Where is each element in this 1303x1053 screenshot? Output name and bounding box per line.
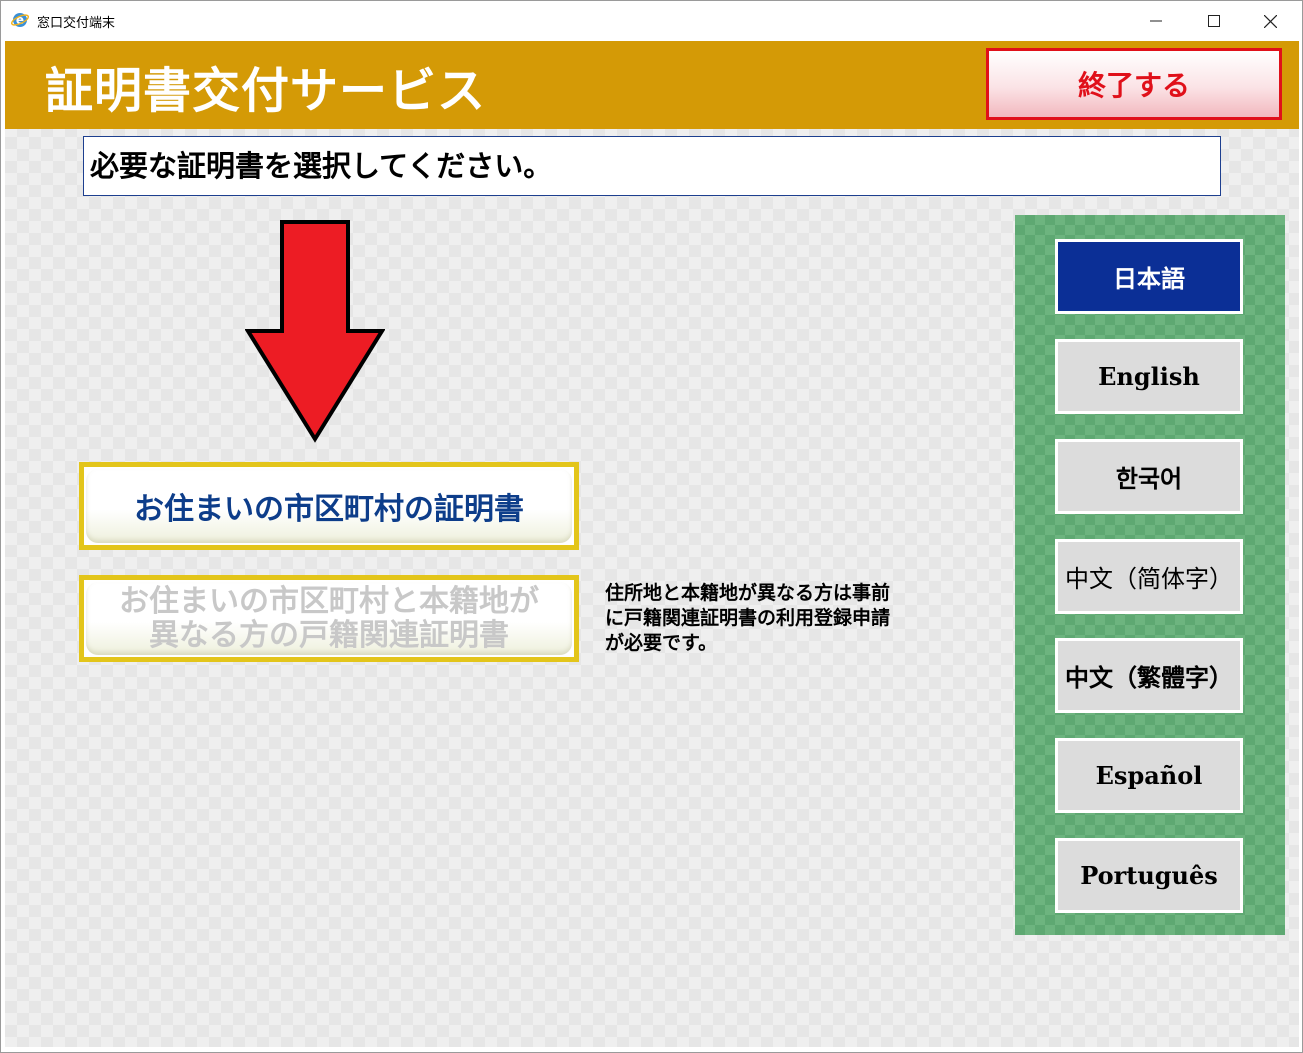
app-window: e 窓口交付端末 証明書交付サービス 終了する 必要な証明書を選択してください。…: [0, 0, 1303, 1053]
close-window-button[interactable]: [1242, 1, 1299, 41]
maximize-button[interactable]: [1185, 1, 1242, 41]
window-title: 窓口交付端末: [37, 16, 116, 31]
resident-certificate-button[interactable]: お住まいの市区町村の証明書: [79, 462, 579, 550]
end-button[interactable]: 終了する: [986, 48, 1282, 120]
title-bar[interactable]: e 窓口交付端末: [1, 1, 1302, 41]
kiosk-content: 証明書交付サービス 終了する 必要な証明書を選択してください。 お住まいの市区町…: [5, 41, 1299, 1047]
minimize-button[interactable]: [1127, 1, 1184, 41]
header-bar: 証明書交付サービス 終了する: [5, 41, 1299, 129]
resident-certificate-label: お住まいの市区町村の証明書: [134, 492, 524, 527]
page-title: 証明書交付サービス: [45, 63, 487, 119]
instruction-box: 必要な証明書を選択してください。: [83, 136, 1221, 196]
internet-explorer-icon: e: [11, 13, 29, 27]
language-korean-button[interactable]: 한국어: [1055, 439, 1243, 514]
language-panel: 日本語 English 한국어 中文（简体字） 中文（繁體字） Español …: [1015, 215, 1285, 935]
family-register-certificate-label: お住まいの市区町村と本籍地が 異なる方の戸籍関連証明書: [119, 583, 539, 653]
registration-note: 住所地と本籍地が異なる方は事前 に戸籍関連証明書の利用登録申請 が必要です。: [605, 582, 891, 654]
maximize-icon: [1207, 15, 1220, 27]
language-spanish-button[interactable]: Español: [1055, 738, 1243, 813]
family-register-certificate-button[interactable]: お住まいの市区町村と本籍地が 異なる方の戸籍関連証明書: [79, 575, 579, 662]
language-japanese-button[interactable]: 日本語: [1055, 239, 1243, 314]
language-english-button[interactable]: English: [1055, 339, 1243, 414]
minimize-icon: [1149, 20, 1162, 22]
language-simplified-chinese-button[interactable]: 中文（简体字）: [1055, 539, 1243, 614]
down-arrow-icon: [245, 220, 385, 443]
close-icon: [1264, 14, 1277, 28]
language-portuguese-button[interactable]: Português: [1055, 838, 1243, 913]
language-traditional-chinese-button[interactable]: 中文（繁體字）: [1055, 638, 1243, 713]
